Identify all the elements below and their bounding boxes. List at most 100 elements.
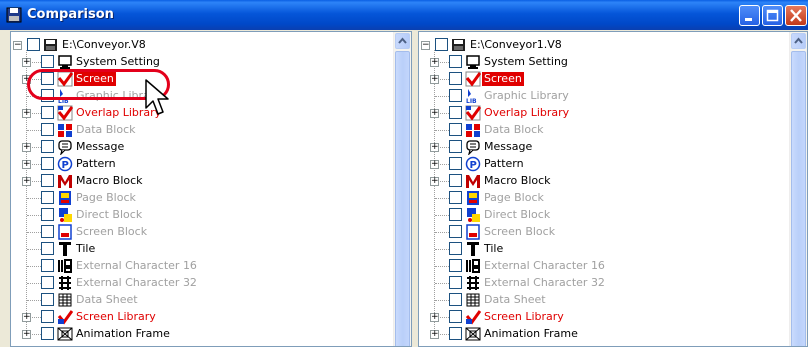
tree-item[interactable]: + P Pattern: [419, 156, 779, 173]
expand-toggle[interactable]: +: [22, 330, 31, 339]
item-checkbox[interactable]: [41, 310, 54, 323]
item-checkbox[interactable]: [449, 310, 462, 323]
tree-item[interactable]: + Overlap Library: [11, 105, 371, 122]
expand-toggle[interactable]: +: [22, 143, 31, 152]
tree-item[interactable]: + Screen Library: [11, 309, 371, 326]
tree-item-label: Data Sheet: [484, 293, 546, 306]
left-scroll-thumb[interactable]: [395, 51, 410, 346]
item-checkbox[interactable]: [449, 106, 462, 119]
maximize-button[interactable]: [762, 5, 783, 26]
item-checkbox[interactable]: [41, 123, 54, 136]
root-checkbox[interactable]: [435, 38, 448, 51]
tree-item[interactable]: Screen Block: [11, 224, 371, 241]
right-tree-pane[interactable]: − E:\Conveyor1.V8 + System Setting + Screen LI…: [418, 31, 808, 347]
expand-toggle[interactable]: +: [430, 330, 439, 339]
tree-item[interactable]: Data Sheet: [419, 292, 779, 309]
expand-toggle[interactable]: +: [430, 177, 439, 186]
collapse-toggle[interactable]: −: [13, 41, 22, 50]
close-button[interactable]: [785, 5, 807, 26]
item-checkbox[interactable]: [41, 276, 54, 289]
left-scroll-up-button[interactable]: [395, 33, 410, 49]
left-vertical-scrollbar[interactable]: [393, 32, 411, 346]
item-checkbox[interactable]: [41, 259, 54, 272]
tree-item[interactable]: Data Block: [419, 122, 779, 139]
tree-item[interactable]: Tile: [11, 241, 371, 258]
left-tree-root[interactable]: − E:\Conveyor.V8: [11, 37, 371, 54]
item-checkbox[interactable]: [41, 327, 54, 340]
tree-item[interactable]: + Animation Frame: [419, 326, 779, 343]
item-checkbox[interactable]: [449, 191, 462, 204]
item-checkbox[interactable]: [449, 123, 462, 136]
item-checkbox[interactable]: [449, 55, 462, 68]
item-checkbox[interactable]: [449, 242, 462, 255]
tree-item[interactable]: Tile: [419, 241, 779, 258]
tile-icon: [59, 242, 71, 256]
tree-item[interactable]: Direct Block: [419, 207, 779, 224]
tree-item[interactable]: Data Block: [11, 122, 371, 139]
item-checkbox[interactable]: [41, 174, 54, 187]
item-checkbox[interactable]: [449, 208, 462, 221]
tree-item[interactable]: External Character 16: [419, 258, 779, 275]
tree-item[interactable]: + System Setting: [419, 54, 779, 71]
expand-toggle[interactable]: +: [430, 109, 439, 118]
item-checkbox[interactable]: [449, 157, 462, 170]
collapse-toggle[interactable]: −: [421, 41, 430, 50]
item-checkbox[interactable]: [41, 225, 54, 238]
animation-frame-icon: [57, 327, 73, 341]
expand-toggle[interactable]: +: [22, 58, 31, 67]
tree-item[interactable]: External Character 32: [11, 275, 371, 292]
expand-toggle[interactable]: +: [22, 109, 31, 118]
item-checkbox[interactable]: [41, 208, 54, 221]
item-checkbox[interactable]: [449, 89, 462, 102]
tree-item[interactable]: + Message: [419, 139, 779, 156]
item-checkbox[interactable]: [449, 72, 462, 85]
tree-item-label: Message: [76, 140, 125, 153]
expand-toggle[interactable]: +: [430, 160, 439, 169]
expand-toggle[interactable]: +: [430, 58, 439, 67]
root-checkbox[interactable]: [27, 38, 40, 51]
expand-toggle[interactable]: +: [22, 160, 31, 169]
tree-item-label: Data Block: [76, 123, 136, 136]
item-checkbox[interactable]: [41, 293, 54, 306]
tree-item[interactable]: Page Block: [419, 190, 779, 207]
tree-item[interactable]: + P Pattern: [11, 156, 371, 173]
item-checkbox[interactable]: [41, 106, 54, 119]
tree-item[interactable]: LIB Graphic Library: [419, 88, 779, 105]
item-checkbox[interactable]: [449, 293, 462, 306]
right-scroll-up-button[interactable]: [791, 33, 806, 49]
expand-toggle[interactable]: +: [22, 313, 31, 322]
tree-item[interactable]: Page Block: [11, 190, 371, 207]
right-scroll-thumb[interactable]: [791, 51, 806, 346]
item-checkbox[interactable]: [449, 259, 462, 272]
tree-item[interactable]: External Character 32: [419, 275, 779, 292]
item-checkbox[interactable]: [449, 225, 462, 238]
tree-branch-line: [27, 198, 41, 199]
right-vertical-scrollbar[interactable]: [789, 32, 807, 346]
item-checkbox[interactable]: [449, 174, 462, 187]
tree-item[interactable]: + Screen Library: [419, 309, 779, 326]
expand-toggle[interactable]: +: [430, 143, 439, 152]
item-checkbox[interactable]: [41, 191, 54, 204]
tree-item[interactable]: + Message: [11, 139, 371, 156]
right-tree-root[interactable]: − E:\Conveyor1.V8: [419, 37, 779, 54]
item-checkbox[interactable]: [41, 242, 54, 255]
item-checkbox[interactable]: [41, 140, 54, 153]
minimize-button[interactable]: [739, 5, 760, 26]
item-checkbox[interactable]: [41, 157, 54, 170]
tree-item[interactable]: Direct Block: [11, 207, 371, 224]
tree-item[interactable]: Data Sheet: [11, 292, 371, 309]
expand-toggle[interactable]: +: [430, 75, 439, 84]
item-checkbox[interactable]: [449, 327, 462, 340]
item-checkbox[interactable]: [449, 140, 462, 153]
expand-toggle[interactable]: +: [22, 177, 31, 186]
item-checkbox[interactable]: [449, 276, 462, 289]
tree-item[interactable]: + Screen: [419, 71, 779, 88]
tree-item[interactable]: External Character 16: [11, 258, 371, 275]
tree-item[interactable]: + Overlap Library: [419, 105, 779, 122]
tree-item[interactable]: + Macro Block: [11, 173, 371, 190]
tree-item[interactable]: + Animation Frame: [11, 326, 371, 343]
tree-item[interactable]: + Macro Block: [419, 173, 779, 190]
item-checkbox[interactable]: [41, 55, 54, 68]
expand-toggle[interactable]: +: [430, 313, 439, 322]
tree-item[interactable]: Screen Block: [419, 224, 779, 241]
